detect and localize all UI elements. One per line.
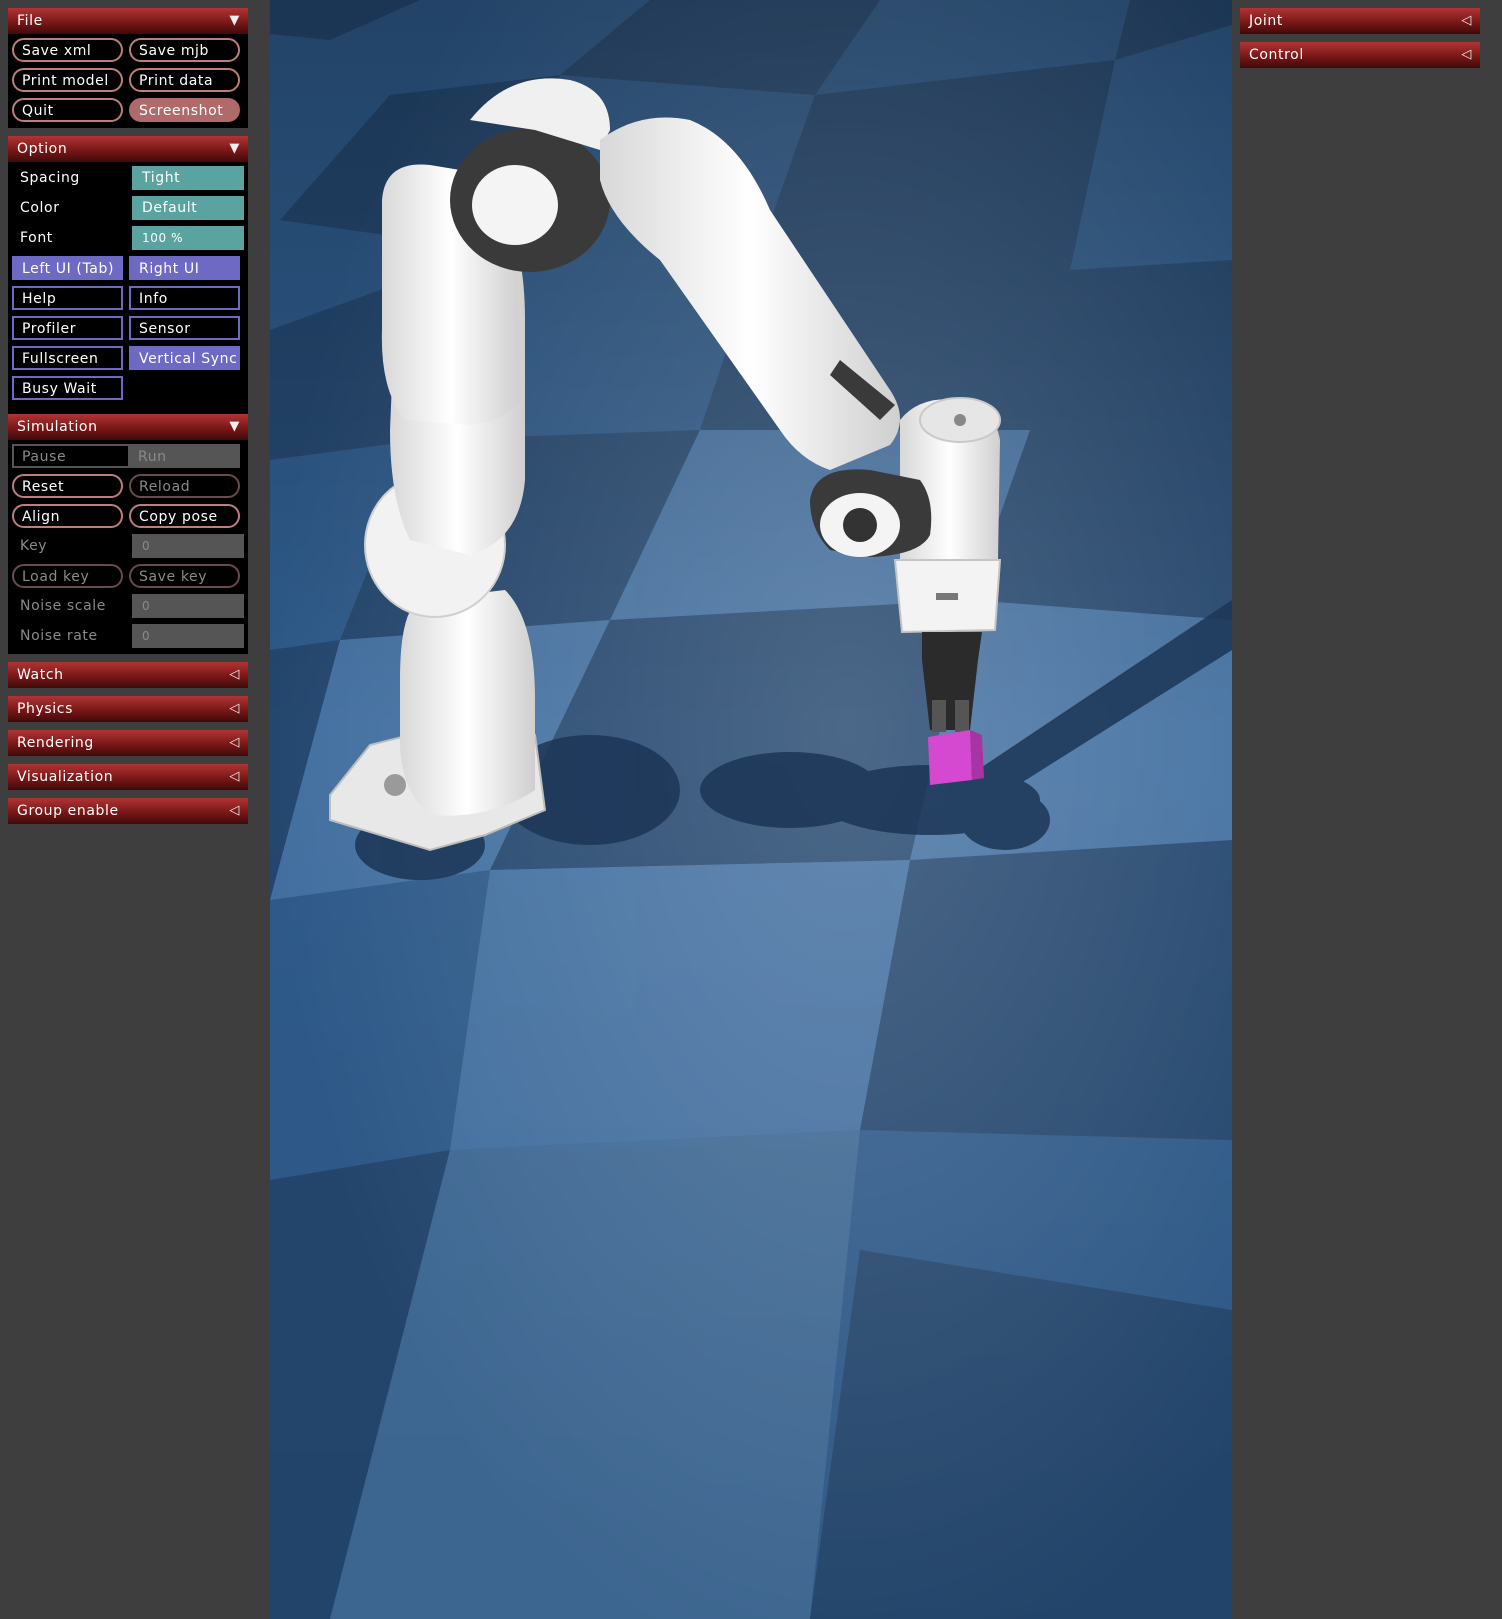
font-select[interactable]: 100 % bbox=[132, 226, 244, 250]
color-label: Color bbox=[20, 200, 60, 216]
run-toggle[interactable]: Run bbox=[128, 444, 240, 468]
triangle-left-icon: ◁ bbox=[229, 803, 240, 818]
simulation-section-header[interactable]: Simulation ▼ bbox=[8, 414, 248, 440]
watch-section-header[interactable]: Watch ◁ bbox=[8, 662, 248, 688]
group-enable-section-header[interactable]: Group enable ◁ bbox=[8, 798, 248, 824]
key-label: Key bbox=[20, 538, 48, 554]
joint-section-header[interactable]: Joint ◁ bbox=[1240, 8, 1480, 34]
save-mjb-button[interactable]: Save mjb bbox=[129, 38, 240, 62]
triangle-left-icon: ◁ bbox=[229, 769, 240, 784]
right-ui-panel: Joint ◁ Control ◁ bbox=[1232, 0, 1502, 1619]
noise-rate-slider[interactable]: 0 bbox=[132, 624, 244, 648]
triangle-down-icon: ▼ bbox=[229, 141, 240, 156]
color-select[interactable]: Default bbox=[132, 196, 244, 220]
visualization-section-header[interactable]: Visualization ◁ bbox=[8, 764, 248, 790]
font-label: Font bbox=[20, 230, 53, 246]
file-section-header[interactable]: File ▼ bbox=[8, 8, 248, 34]
joint-section-title: Joint bbox=[1249, 13, 1283, 29]
joint-section: Joint ◁ bbox=[1240, 8, 1480, 34]
option-section: Option ▼ Spacing Tight Color Default Fon… bbox=[8, 136, 248, 432]
triangle-left-icon: ◁ bbox=[1461, 13, 1472, 28]
left-ui-toggle[interactable]: Left UI (Tab) bbox=[12, 256, 123, 280]
simulation-viewport[interactable] bbox=[270, 0, 1232, 1619]
watch-section-title: Watch bbox=[17, 667, 64, 683]
triangle-left-icon: ◁ bbox=[1461, 47, 1472, 62]
file-section-body: Save xml Save mjb Print model Print data… bbox=[8, 34, 248, 128]
copy-pose-button[interactable]: Copy pose bbox=[129, 504, 240, 528]
group-enable-section-title: Group enable bbox=[17, 803, 119, 819]
rendering-section: Rendering ◁ bbox=[8, 730, 248, 756]
right-ui-toggle[interactable]: Right UI bbox=[129, 256, 240, 280]
print-model-button[interactable]: Print model bbox=[12, 68, 123, 92]
physics-section-header[interactable]: Physics ◁ bbox=[8, 696, 248, 722]
left-ui-panel: File ▼ Save xml Save mjb Print model Pri… bbox=[0, 0, 270, 1619]
pause-toggle[interactable]: Pause bbox=[12, 444, 128, 468]
control-section-header[interactable]: Control ◁ bbox=[1240, 42, 1480, 68]
help-toggle[interactable]: Help bbox=[12, 286, 123, 310]
reset-button[interactable]: Reset bbox=[12, 474, 123, 498]
load-key-button[interactable]: Load key bbox=[12, 564, 123, 588]
noise-scale-label: Noise scale bbox=[20, 598, 106, 614]
simulation-section-title: Simulation bbox=[17, 419, 98, 435]
option-section-title: Option bbox=[17, 141, 68, 157]
scene-render bbox=[270, 0, 1232, 1619]
profiler-toggle[interactable]: Profiler bbox=[12, 316, 123, 340]
busy-wait-toggle[interactable]: Busy Wait bbox=[12, 376, 123, 400]
print-data-button[interactable]: Print data bbox=[129, 68, 240, 92]
visualization-section-title: Visualization bbox=[17, 769, 114, 785]
simulation-section-body: Pause Run Reset Reload Align Copy pose K… bbox=[8, 440, 248, 654]
key-slider[interactable]: 0 bbox=[132, 534, 244, 558]
file-section: File ▼ Save xml Save mjb Print model Pri… bbox=[8, 8, 248, 128]
visualization-section: Visualization ◁ bbox=[8, 764, 248, 790]
spacing-select[interactable]: Tight bbox=[132, 166, 244, 190]
screenshot-button[interactable]: Screenshot bbox=[129, 98, 240, 122]
option-section-body: Spacing Tight Color Default Font 100 % L… bbox=[8, 162, 248, 432]
triangle-left-icon: ◁ bbox=[229, 667, 240, 682]
simulation-section: Simulation ▼ Pause Run Reset Reload Alig… bbox=[8, 414, 248, 654]
rendering-section-title: Rendering bbox=[17, 735, 94, 751]
align-button[interactable]: Align bbox=[12, 504, 123, 528]
triangle-left-icon: ◁ bbox=[229, 701, 240, 716]
file-section-title: File bbox=[17, 13, 43, 29]
triangle-down-icon: ▼ bbox=[229, 419, 240, 434]
watch-section: Watch ◁ bbox=[8, 662, 248, 688]
vertical-sync-toggle[interactable]: Vertical Sync bbox=[129, 346, 240, 370]
triangle-down-icon: ▼ bbox=[229, 13, 240, 28]
noise-rate-label: Noise rate bbox=[20, 628, 98, 644]
noise-scale-slider[interactable]: 0 bbox=[132, 594, 244, 618]
control-section-title: Control bbox=[1249, 47, 1304, 63]
sensor-toggle[interactable]: Sensor bbox=[129, 316, 240, 340]
triangle-left-icon: ◁ bbox=[229, 735, 240, 750]
reload-button[interactable]: Reload bbox=[129, 474, 240, 498]
physics-section-title: Physics bbox=[17, 701, 73, 717]
option-section-header[interactable]: Option ▼ bbox=[8, 136, 248, 162]
info-toggle[interactable]: Info bbox=[129, 286, 240, 310]
physics-section: Physics ◁ bbox=[8, 696, 248, 722]
save-xml-button[interactable]: Save xml bbox=[12, 38, 123, 62]
spacing-label: Spacing bbox=[20, 170, 80, 186]
group-enable-section: Group enable ◁ bbox=[8, 798, 248, 824]
control-section: Control ◁ bbox=[1240, 42, 1480, 68]
save-key-button[interactable]: Save key bbox=[129, 564, 240, 588]
target-block bbox=[928, 730, 984, 785]
rendering-section-header[interactable]: Rendering ◁ bbox=[8, 730, 248, 756]
fullscreen-toggle[interactable]: Fullscreen bbox=[12, 346, 123, 370]
quit-button[interactable]: Quit bbox=[12, 98, 123, 122]
